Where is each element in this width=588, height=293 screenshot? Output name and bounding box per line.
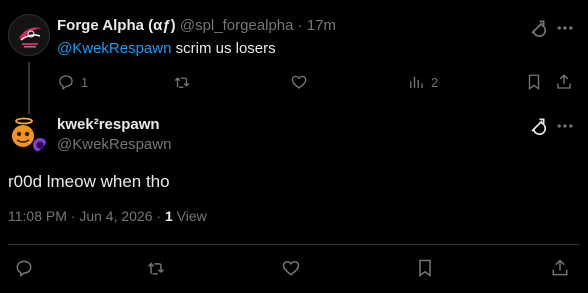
bookmark-icon xyxy=(419,259,431,277)
parent-reply-count: 1 xyxy=(81,74,89,90)
main-share-button[interactable] xyxy=(550,258,570,278)
like-icon xyxy=(291,75,307,89)
parent-like-button[interactable] xyxy=(290,72,314,92)
thread-connector-line xyxy=(28,62,30,114)
main-views-label: View xyxy=(172,208,207,224)
main-like-button[interactable] xyxy=(281,258,301,278)
views-icon xyxy=(410,76,423,88)
more-icon[interactable] xyxy=(555,18,575,38)
reply-icon xyxy=(59,75,73,91)
retweet-icon xyxy=(147,262,165,275)
action-divider xyxy=(8,244,580,245)
parent-display-name[interactable]: Forge Alpha (αƒ) xyxy=(57,17,176,34)
main-retweet-button[interactable] xyxy=(146,258,166,278)
forge-alpha-logo-icon xyxy=(9,15,49,55)
main-bookmark-button[interactable] xyxy=(415,258,435,278)
parent-views-count: 2 xyxy=(431,74,439,90)
parent-bookmark-button[interactable] xyxy=(525,72,543,92)
parent-reply-button[interactable]: 1 xyxy=(57,72,88,92)
main-display-name[interactable]: kwek²respawn xyxy=(57,116,160,133)
share-icon xyxy=(552,259,568,276)
main-reply-button[interactable] xyxy=(14,258,34,278)
main-timestamp[interactable]: 11:08 PM · Jun 4, 2026 · xyxy=(8,208,165,224)
parent-mention-link[interactable]: @KwekRespawn xyxy=(57,40,171,57)
parent-share-button[interactable] xyxy=(555,72,573,92)
parent-text-body: scrim us losers xyxy=(171,40,276,57)
main-action-bar xyxy=(0,258,588,280)
parent-tweet[interactable]: Forge Alpha (αƒ) @spl_forgealpha · 17m @… xyxy=(0,0,588,114)
retweet-icon xyxy=(174,76,190,88)
share-icon xyxy=(557,74,571,89)
reply-icon xyxy=(16,260,32,277)
grok-icon[interactable] xyxy=(527,116,547,136)
parent-action-bar: 1 2 xyxy=(57,72,577,92)
more-icon[interactable] xyxy=(555,116,575,136)
main-views-count: 1 xyxy=(164,208,173,224)
parent-time-ago[interactable]: 17m xyxy=(307,17,336,34)
grok-icon[interactable] xyxy=(527,18,547,38)
bookmark-icon xyxy=(528,74,540,91)
parent-separator: · xyxy=(297,17,303,34)
parent-avatar[interactable] xyxy=(8,14,50,56)
like-icon xyxy=(282,260,300,276)
main-tweet-text: r00d lmeow when tho xyxy=(8,172,170,191)
parent-header: Forge Alpha (αƒ) @spl_forgealpha · 17m xyxy=(57,17,336,34)
parent-tweet-text: @KwekRespawn scrim us losers xyxy=(57,40,276,57)
main-tweet-meta: 11:08 PM · Jun 4, 2026 · 1 View xyxy=(8,208,207,224)
parent-views-button[interactable]: 2 xyxy=(407,72,438,92)
main-avatar[interactable] xyxy=(8,114,48,154)
main-handle[interactable]: @KwekRespawn xyxy=(57,136,171,153)
parent-handle[interactable]: @spl_forgealpha xyxy=(180,17,294,34)
kwek-avatar-icon xyxy=(8,114,48,154)
parent-retweet-button[interactable] xyxy=(173,72,197,92)
